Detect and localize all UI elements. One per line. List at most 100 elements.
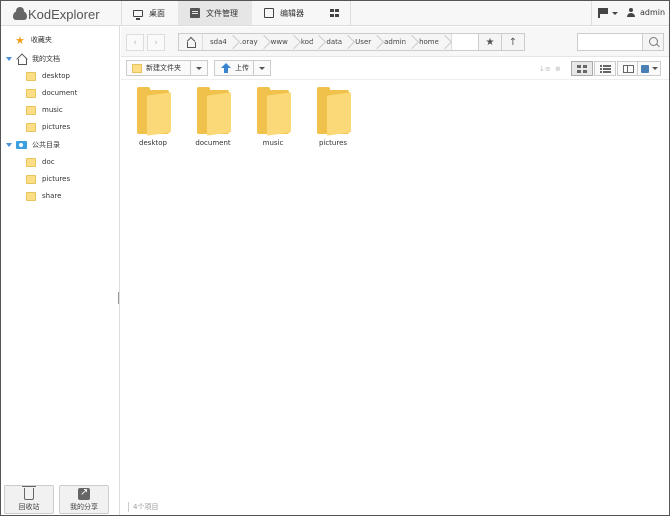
- item-count: 4个项目: [128, 502, 158, 512]
- search-input[interactable]: [577, 33, 643, 51]
- trash-icon: [22, 485, 36, 500]
- theme-button[interactable]: [637, 61, 661, 76]
- new-menu-dropdown[interactable]: [190, 61, 207, 75]
- zoom-icon[interactable]: ⊕: [555, 65, 561, 73]
- my-share-button[interactable]: 我的分享: [59, 485, 109, 514]
- arrow-up-icon: ↑: [508, 36, 518, 48]
- chevron-down-icon: [196, 66, 202, 70]
- nav-divider: [350, 1, 351, 25]
- folder-icon: [26, 174, 36, 184]
- sidebar-item-pictures[interactable]: pictures: [26, 120, 70, 134]
- sidebar-item-label: music: [42, 106, 63, 114]
- flag-icon[interactable]: [598, 8, 608, 18]
- tab-apps[interactable]: [318, 1, 350, 25]
- chevron-down-icon[interactable]: [612, 12, 618, 15]
- tab-editor-label: 编辑器: [280, 8, 304, 18]
- file-area[interactable]: desktop document music pictures: [121, 81, 669, 500]
- sidebar-item-music[interactable]: music: [26, 103, 63, 117]
- sidebar-item-favorites[interactable]: ★ 收藏夹: [15, 33, 52, 47]
- desktop-icon: [133, 9, 143, 20]
- folder-icon: [197, 87, 231, 136]
- user-name[interactable]: admin: [640, 8, 665, 17]
- upload-dropdown[interactable]: [253, 61, 270, 75]
- share-icon: [78, 487, 90, 500]
- sidebar-item-label: 公共目录: [32, 141, 60, 149]
- sidebar-item-my-documents[interactable]: 我的文档: [6, 52, 60, 66]
- split-view-button[interactable]: [617, 61, 639, 76]
- sort-icon[interactable]: ↓≡: [539, 65, 551, 73]
- new-folder-label: 新建文件夹: [146, 64, 181, 72]
- favorite-button[interactable]: ★: [478, 33, 502, 51]
- file-item-desktop[interactable]: desktop: [123, 87, 183, 151]
- app-logo[interactable]: KodExplorer: [13, 5, 100, 23]
- breadcrumb: sda4 .oray www kod data User admin home: [178, 33, 521, 51]
- editor-icon: [264, 8, 274, 18]
- toolbar: 新建文件夹 上传 ↓≡ ⊕: [121, 58, 669, 80]
- folder-icon: [317, 87, 351, 136]
- sidebar: ★ 收藏夹 我的文档 desktop document music pictur…: [1, 26, 120, 515]
- sidebar-item-doc[interactable]: doc: [26, 155, 55, 169]
- upload-label: 上传: [235, 64, 249, 72]
- sidebar-item-public-pictures[interactable]: pictures: [26, 172, 70, 186]
- resize-handle[interactable]: [118, 292, 120, 304]
- sidebar-item-public[interactable]: 公共目录: [6, 138, 60, 152]
- folder-plus-icon: [132, 63, 142, 73]
- tab-desktop-label: 桌面: [149, 8, 165, 18]
- tab-desktop[interactable]: 桌面: [121, 1, 178, 25]
- upload-icon: [221, 63, 231, 73]
- breadcrumb-item[interactable]: sda4: [203, 34, 233, 50]
- file-name: pictures: [318, 139, 348, 147]
- parent-folder-button[interactable]: ↑: [501, 33, 525, 51]
- home-icon: [16, 54, 27, 65]
- sidebar-item-share[interactable]: share: [26, 189, 61, 203]
- chevron-down-icon[interactable]: [6, 143, 12, 147]
- folder-icon: [26, 88, 36, 98]
- sidebar-item-document[interactable]: document: [26, 86, 77, 100]
- sidebar-item-label: doc: [42, 158, 55, 166]
- sidebar-item-label: desktop: [42, 72, 70, 80]
- breadcrumb-home[interactable]: [179, 34, 203, 50]
- grid-view-icon: [577, 64, 587, 73]
- tab-file-manager-label: 文件管理: [206, 8, 238, 18]
- file-manager-icon: [190, 8, 200, 18]
- tab-editor[interactable]: 编辑器: [252, 1, 318, 25]
- file-name: document: [195, 139, 231, 147]
- chevron-down-icon[interactable]: [6, 57, 12, 61]
- recycle-bin-label: 回收站: [18, 502, 40, 511]
- file-item-document[interactable]: document: [183, 87, 243, 151]
- folder-icon: [26, 191, 36, 201]
- status-bar: 4个项目: [121, 500, 669, 515]
- list-view-button[interactable]: [594, 61, 616, 76]
- top-bar: KodExplorer 桌面 文件管理 编辑器 admin: [1, 1, 669, 26]
- nav-divider: [591, 1, 592, 25]
- sidebar-item-label: pictures: [42, 175, 71, 183]
- sidebar-item-label: 收藏夹: [30, 36, 52, 44]
- disk-icon: [16, 141, 27, 149]
- sidebar-item-desktop[interactable]: desktop: [26, 69, 70, 83]
- file-item-music[interactable]: music: [243, 87, 303, 151]
- folder-icon: [137, 87, 171, 136]
- sidebar-item-label: 我的文档: [32, 55, 60, 63]
- file-item-pictures[interactable]: pictures: [303, 87, 363, 151]
- theme-icon: [640, 64, 649, 73]
- folder-icon: [26, 122, 36, 132]
- search-button[interactable]: [642, 33, 664, 51]
- upload-button[interactable]: 上传: [214, 60, 271, 76]
- split-view-icon: [622, 64, 634, 73]
- back-button[interactable]: ‹: [126, 34, 144, 51]
- sidebar-item-label: share: [42, 192, 62, 200]
- file-name: desktop: [139, 139, 167, 147]
- star-icon: ★: [15, 33, 25, 47]
- folder-icon: [257, 87, 291, 136]
- new-folder-button[interactable]: 新建文件夹: [126, 60, 208, 76]
- icon-view-button[interactable]: [571, 61, 593, 76]
- forward-button[interactable]: ›: [147, 34, 165, 51]
- tab-file-manager[interactable]: 文件管理: [178, 1, 252, 25]
- user-icon[interactable]: [627, 8, 635, 18]
- address-bar: ‹ › sda4 .oray www kod data User admin h…: [121, 27, 669, 57]
- chevron-down-icon: [651, 67, 658, 70]
- recycle-bin-button[interactable]: 回收站: [4, 485, 54, 514]
- folder-icon: [26, 105, 36, 115]
- file-name: music: [262, 139, 284, 147]
- my-share-label: 我的分享: [70, 502, 98, 511]
